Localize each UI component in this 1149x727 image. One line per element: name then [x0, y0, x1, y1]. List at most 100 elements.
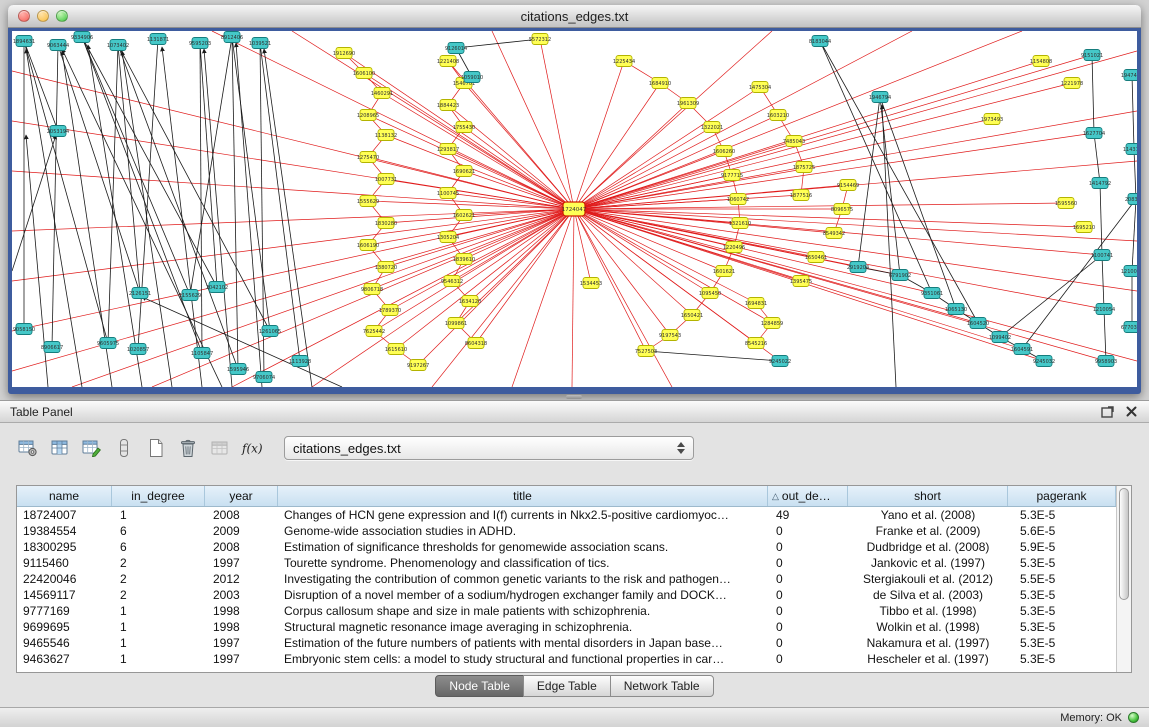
graph-node[interactable]: 1099861 — [445, 318, 467, 329]
graph-node[interactable]: 1131871 — [147, 34, 169, 45]
graph-node[interactable]: 1946794 — [869, 92, 891, 103]
graph-node[interactable]: 1606260 — [713, 146, 735, 157]
vertical-scrollbar[interactable] — [1116, 486, 1131, 672]
graph-node[interactable]: 5572312 — [529, 34, 551, 45]
graph-node[interactable]: 1877516 — [790, 190, 812, 201]
graph-node[interactable]: 1414792 — [1089, 178, 1111, 189]
graph-node[interactable]: 1627704 — [1083, 128, 1105, 139]
graph-node[interactable]: 1095450 — [699, 288, 721, 299]
column-header-title[interactable]: title — [278, 486, 768, 506]
graph-node[interactable]: 1595560 — [1055, 198, 1077, 209]
graph-node[interactable]: 1634120 — [459, 296, 481, 307]
tab-edge-table[interactable]: Edge Table — [523, 675, 611, 697]
graph-node[interactable]: 9154469 — [837, 180, 859, 191]
graph-node[interactable]: 9546312 — [441, 276, 463, 287]
graph-node[interactable]: 1947406 — [1121, 70, 1137, 81]
graph-node[interactable]: 9958903 — [1095, 356, 1117, 367]
graph-node[interactable]: 6770342 — [1121, 322, 1137, 333]
graph-node[interactable]: 1695210 — [1073, 222, 1095, 233]
panel-resize-grip[interactable] — [566, 395, 582, 399]
graph-node[interactable]: 1060742 — [727, 194, 749, 205]
scrollbar-thumb[interactable] — [1119, 488, 1129, 600]
column-header-short[interactable]: short — [848, 486, 1008, 506]
graph-node[interactable]: 1606190 — [357, 240, 379, 251]
graph-node[interactable]: 1039521 — [249, 38, 271, 49]
graph-node[interactable]: 1912690 — [333, 48, 355, 59]
graph-node[interactable]: 1305204 — [437, 232, 459, 243]
graph-node[interactable]: 1210004 — [1121, 266, 1137, 277]
graph-node[interactable]: 1460291 — [371, 88, 393, 99]
graph-node[interactable]: 9063444 — [47, 40, 69, 51]
graph-node[interactable]: 8549342 — [823, 228, 845, 239]
graph-node[interactable]: 9334906 — [71, 32, 93, 43]
graph-node[interactable]: 1100745 — [437, 188, 459, 199]
graph-node[interactable]: 1789370 — [379, 305, 401, 316]
graph-node[interactable]: 7527503 — [635, 346, 657, 357]
window-minimize-button[interactable] — [37, 10, 49, 22]
import-table-icon[interactable] — [206, 435, 233, 461]
graph-node[interactable]: 9706074 — [253, 372, 275, 383]
graph-node[interactable]: 1534453 — [580, 278, 602, 289]
graph-node[interactable]: 9177715 — [721, 170, 743, 181]
graph-node[interactable]: 1894631 — [13, 36, 35, 47]
graph-hub-node[interactable]: 1724047 — [562, 202, 587, 216]
graph-node[interactable]: 1380720 — [375, 262, 397, 273]
graph-node[interactable]: 1138132 — [375, 130, 397, 141]
column-header-name[interactable]: name — [17, 486, 112, 506]
graph-node[interactable]: 9058150 — [13, 324, 35, 335]
graph-node[interactable]: 8906617 — [41, 342, 63, 353]
graph-node[interactable]: 1208965 — [357, 110, 379, 121]
graph-node[interactable]: 1839610 — [453, 254, 475, 265]
graph-node[interactable]: 8183044 — [809, 36, 831, 47]
graph-node[interactable]: 9197543 — [659, 330, 681, 341]
graph-node[interactable]: 1602621 — [453, 210, 475, 221]
graph-node[interactable]: 1690621 — [453, 166, 475, 177]
close-panel-icon[interactable] — [1123, 405, 1139, 419]
new-file-icon[interactable] — [142, 435, 169, 461]
graph-node[interactable]: 9605975 — [97, 338, 119, 349]
column-header-year[interactable]: year — [205, 486, 278, 506]
graph-node[interactable]: 9197267 — [407, 360, 429, 371]
graph-node[interactable]: 1261065 — [259, 326, 281, 337]
graph-node[interactable]: 1650461 — [805, 252, 827, 263]
column-header-out_de[interactable]: △out_de… — [768, 486, 848, 506]
table-row[interactable]: 1830029562008Estimation of significance … — [17, 539, 1116, 555]
graph-node[interactable]: 1143150 — [1123, 144, 1137, 155]
graph-node[interactable]: 1059010 — [461, 72, 483, 83]
graph-node[interactable]: 6791902 — [889, 270, 911, 281]
graph-node[interactable]: 1221408 — [437, 56, 459, 67]
function-builder-icon[interactable]: f(x) — [238, 435, 265, 461]
graph-node[interactable]: 2919204 — [847, 262, 869, 273]
graph-node[interactable]: 1604520 — [967, 318, 989, 329]
table-row[interactable]: 946362711997Embryonic stem cells: a mode… — [17, 651, 1116, 667]
graph-node[interactable]: 1073402 — [107, 40, 129, 51]
graph-node[interactable]: 1321610 — [729, 218, 751, 229]
graph-node[interactable]: 8096575 — [831, 204, 853, 215]
graph-node[interactable]: 1220496 — [723, 242, 745, 253]
table-row[interactable]: 969969511998Structural magnetic resonanc… — [17, 619, 1116, 635]
edit-table-icon[interactable] — [78, 435, 105, 461]
table-row[interactable]: 1456911722003Disruption of a novel membe… — [17, 587, 1116, 603]
graph-node[interactable]: 1555629 — [357, 196, 379, 207]
graph-node[interactable]: 9245022 — [769, 356, 791, 367]
graph-node[interactable]: 1830280 — [375, 218, 397, 229]
float-panel-icon[interactable] — [1099, 405, 1115, 419]
merge-rows-icon[interactable] — [110, 435, 137, 461]
graph-node[interactable]: 9245032 — [1033, 356, 1055, 367]
graph-node[interactable]: 2083013 — [1125, 194, 1137, 205]
citation-network-graph[interactable]: 1894631906344493349061073402113187195952… — [12, 31, 1137, 387]
graph-node[interactable]: 1221978 — [1061, 78, 1083, 89]
graph-node[interactable]: 2126151 — [129, 288, 151, 299]
graph-node[interactable]: 1100741 — [1091, 250, 1113, 261]
graph-node[interactable]: 1650421 — [681, 310, 703, 321]
graph-node[interactable]: 1875725 — [793, 162, 815, 173]
graph-node[interactable]: 1210054 — [1093, 304, 1115, 315]
graph-node[interactable]: 9126014 — [445, 43, 467, 54]
graph-node[interactable]: 1322021 — [701, 122, 723, 133]
graph-node[interactable]: 1020857 — [127, 344, 149, 355]
graph-node[interactable]: 1603210 — [767, 110, 789, 121]
graph-node[interactable]: 8545216 — [745, 338, 767, 349]
graph-node[interactable]: 1755430 — [453, 122, 475, 133]
table-row[interactable]: 1938455462009Genome-wide association stu… — [17, 523, 1116, 539]
graph-node[interactable]: 1155629 — [179, 290, 201, 301]
